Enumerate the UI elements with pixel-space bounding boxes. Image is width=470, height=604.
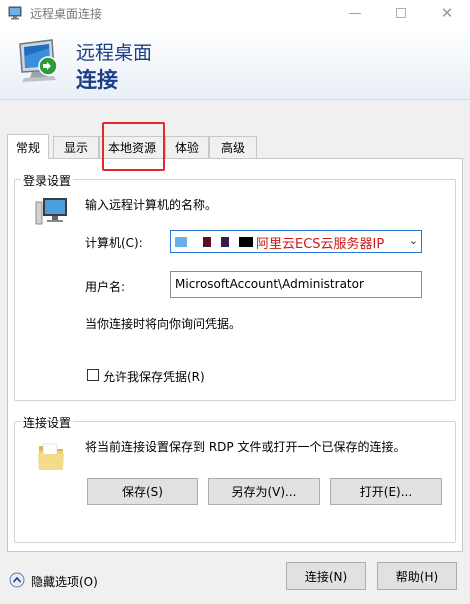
minimize-icon: — xyxy=(348,5,362,21)
remote-desktop-app-icon xyxy=(8,6,22,20)
folder-icon xyxy=(38,443,64,470)
connect-button[interactable]: 连接(N) xyxy=(286,562,366,590)
username-field[interactable]: MicrosoftAccount\Administrator xyxy=(170,271,422,298)
save-button[interactable]: 保存(S) xyxy=(87,478,198,505)
tab-label: 高级 xyxy=(220,141,245,155)
tab-display[interactable]: 显示 xyxy=(53,136,99,158)
header-banner: 远程桌面 连接 xyxy=(0,26,470,100)
maximize-button[interactable] xyxy=(378,0,424,26)
computer-combobox[interactable]: 阿里云ECS云服务器IP ⌄ xyxy=(170,230,422,253)
tab-advanced[interactable]: 高级 xyxy=(209,136,257,158)
title-bar: 远程桌面连接 — ✕ xyxy=(0,0,470,26)
computer-value: 阿里云ECS云服务器IP xyxy=(256,237,385,252)
hide-options-toggle[interactable] xyxy=(9,572,25,588)
computer-label: 计算机(C): xyxy=(85,236,143,250)
connect-button-label: 连接(N) xyxy=(304,569,348,584)
remote-desktop-monitor-icon xyxy=(19,39,58,82)
open-button-label: 打开(E)... xyxy=(359,485,413,499)
username-label: 用户名: xyxy=(85,280,126,294)
header-title-line2: 连接 xyxy=(76,68,118,92)
highlight-annotation-box xyxy=(102,122,165,171)
save-as-button[interactable]: 另存为(V)... xyxy=(208,478,320,505)
tab-experience[interactable]: 体验 xyxy=(165,136,209,158)
username-value: MicrosoftAccount\Administrator xyxy=(175,277,364,291)
window-title: 远程桌面连接 xyxy=(30,7,103,21)
tab-panel-general: 登录设置 输入远程计算机的名称。 计算机(C): 阿里云ECS云服务器IP ⌄ … xyxy=(7,158,463,552)
maximize-icon xyxy=(396,8,406,18)
chevron-down-icon[interactable]: ⌄ xyxy=(409,234,418,247)
connection-description: 将当前连接设置保存到 RDP 文件或打开一个已保存的连接。 xyxy=(85,440,406,454)
chevron-up-circle-icon xyxy=(9,572,25,588)
header-title-line1: 远程桌面 xyxy=(76,42,153,64)
tab-label: 体验 xyxy=(174,141,199,155)
open-button[interactable]: 打开(E)... xyxy=(330,478,442,505)
tab-general[interactable]: 常规 xyxy=(7,134,49,159)
credential-note: 当你连接时将向你询问凭据。 xyxy=(85,317,242,331)
save-as-button-label: 另存为(V)... xyxy=(231,485,297,499)
save-button-label: 保存(S) xyxy=(122,485,163,499)
close-icon: ✕ xyxy=(440,4,454,22)
group-title: 登录设置 xyxy=(21,172,74,189)
login-settings-group: 登录设置 输入远程计算机的名称。 计算机(C): 阿里云ECS云服务器IP ⌄ … xyxy=(14,172,456,401)
close-button[interactable]: ✕ xyxy=(424,0,470,26)
computer-icon xyxy=(35,198,67,225)
redaction-marks xyxy=(175,237,253,247)
group-title: 连接设置 xyxy=(21,414,74,431)
help-button[interactable]: 帮助(H) xyxy=(377,562,457,590)
minimize-button[interactable]: — xyxy=(332,0,378,26)
connection-settings-group: 连接设置 将当前连接设置保存到 RDP 文件或打开一个已保存的连接。 保存(S)… xyxy=(14,414,456,543)
save-credentials-checkbox[interactable] xyxy=(87,369,99,381)
save-credentials-label[interactable]: 允许我保存凭据(R) xyxy=(103,368,205,385)
hide-options-label[interactable]: 隐藏选项(O) xyxy=(31,573,98,590)
tab-label: 显示 xyxy=(63,141,88,155)
help-button-label: 帮助(H) xyxy=(395,569,439,584)
tab-label: 常规 xyxy=(15,140,40,155)
computer-name-instruction: 输入远程计算机的名称。 xyxy=(85,198,218,212)
